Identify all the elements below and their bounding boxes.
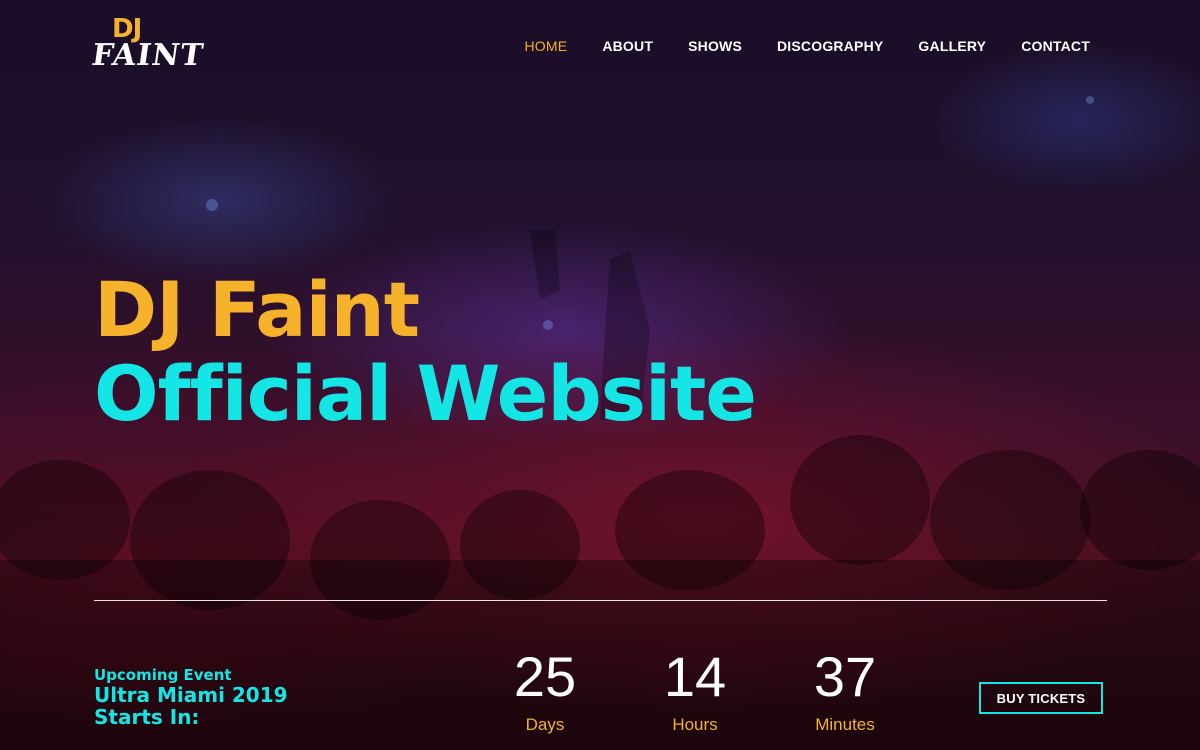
hero-heading: DJ Faint Official Website xyxy=(94,265,757,438)
nav-item-home[interactable]: HOME xyxy=(525,38,568,54)
hero-page: DJ FAINT HOME ABOUT SHOWS DISCOGRAPHY GA… xyxy=(0,0,1200,750)
countdown-hours-label: Hours xyxy=(672,715,718,734)
buy-tickets-button[interactable]: BUY TICKETS xyxy=(979,682,1103,714)
nav-item-about[interactable]: ABOUT xyxy=(602,38,653,54)
event-starts-in: Starts In: xyxy=(94,705,200,729)
event-title: Ultra Miami 2019 xyxy=(94,683,288,707)
countdown-days-label: Days xyxy=(525,715,565,734)
nav-item-gallery[interactable]: GALLERY xyxy=(918,38,986,54)
countdown-days-value: 25 xyxy=(513,645,577,708)
section-divider xyxy=(94,600,1107,601)
hero-title-name: DJ Faint xyxy=(94,265,420,354)
countdown-minutes: 37 Minutes xyxy=(770,646,920,736)
hero-title-subtitle: Official Website xyxy=(94,349,757,438)
upcoming-event-info: Upcoming Event Ultra Miami 2019 Starts I… xyxy=(94,666,288,728)
countdown-hours-value: 14 xyxy=(663,645,727,708)
countdown-days: 25 Days xyxy=(470,646,620,736)
logo-faint-text: FAINT xyxy=(89,38,207,73)
countdown-timer: 25 Days 14 Hours 37 Minutes xyxy=(470,646,920,736)
countdown-hours: 14 Hours xyxy=(620,646,770,736)
nav-item-discography[interactable]: DISCOGRAPHY xyxy=(777,38,883,54)
nav-item-contact[interactable]: CONTACT xyxy=(1021,38,1090,54)
countdown-minutes-label: Minutes xyxy=(815,715,875,734)
nav-item-shows[interactable]: SHOWS xyxy=(688,38,742,54)
site-logo[interactable]: DJ FAINT xyxy=(90,14,207,76)
main-navigation: HOME ABOUT SHOWS DISCOGRAPHY GALLERY CON… xyxy=(490,38,1091,54)
countdown-minutes-value: 37 xyxy=(813,645,877,708)
event-kicker: Upcoming Event xyxy=(94,666,232,684)
